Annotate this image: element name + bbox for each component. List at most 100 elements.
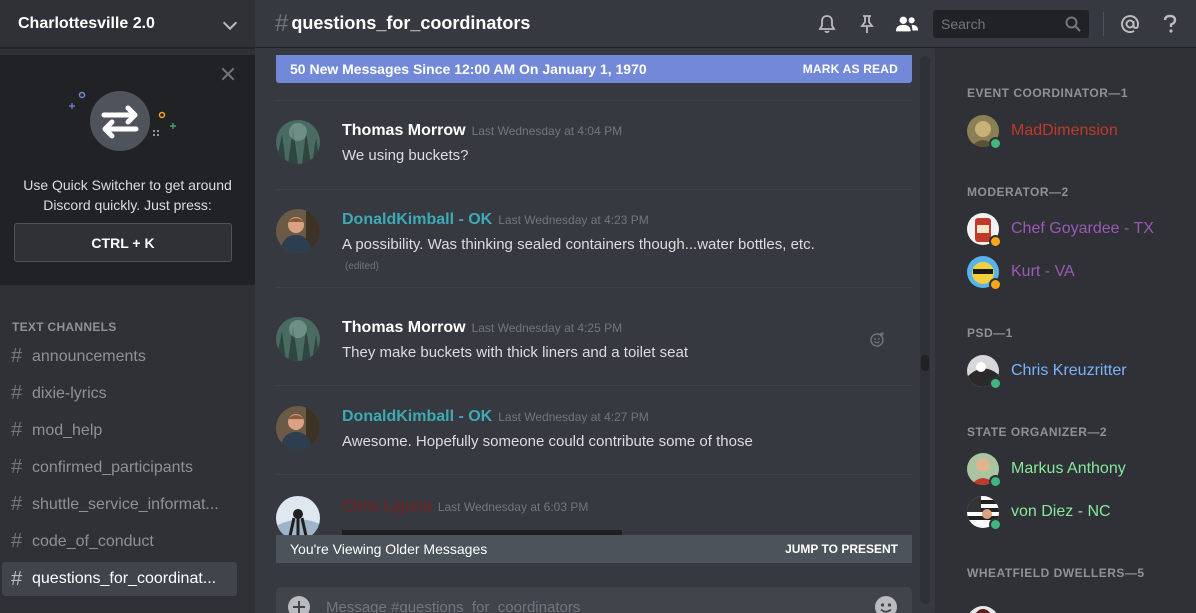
category-text-channels[interactable]: TEXT CHANNELS: [12, 320, 117, 334]
member-item[interactable]: Chef Goyardee - TX: [967, 209, 1187, 249]
quick-switcher-tip: Use Quick Switcher to get around Discord…: [0, 55, 255, 285]
add-reaction-icon[interactable]: [870, 331, 886, 347]
member-item[interactable]: Chris Kreuzritter: [967, 351, 1187, 391]
bell-icon[interactable]: [815, 12, 839, 36]
role-header: EVENT COORDINATOR—1: [967, 86, 1129, 100]
older-messages-text: You're Viewing Older Messages: [290, 541, 488, 557]
message-divider: [276, 189, 912, 190]
header-toolbar: Search: [807, 0, 1196, 48]
help-icon[interactable]: [1158, 12, 1182, 36]
members-icon[interactable]: [895, 12, 919, 36]
author-name[interactable]: DonaldKimball - OK: [342, 211, 492, 228]
member-list: EVENT COORDINATOR—1 MadDimension MODERAT…: [935, 48, 1196, 613]
upload-plus-icon[interactable]: [288, 596, 310, 613]
hash-icon: #: [11, 530, 23, 552]
channel-item[interactable]: # confirmed_participants: [0, 449, 237, 486]
hash-icon: #: [11, 345, 23, 367]
avatar[interactable]: [967, 606, 999, 613]
emoji-icon[interactable]: [874, 595, 898, 613]
jump-to-present-button[interactable]: JUMP TO PRESENT: [785, 542, 898, 556]
status-idle-icon: [989, 278, 1002, 291]
member-name: Chris Kreuzritter: [1011, 362, 1127, 379]
timestamp: Last Wednesday at 4:27 PM: [498, 410, 649, 424]
channel-sidebar: Charlottesville 2.0 Use Quick Switcher t…: [0, 0, 255, 613]
role-header: MODERATOR—2: [967, 185, 1069, 199]
message-header: DonaldKimball - OK Last Wednesday at 4:23…: [342, 211, 649, 229]
chevron-down-icon[interactable]: [223, 17, 237, 31]
server-header[interactable]: Charlottesville 2.0: [0, 0, 255, 48]
avatar: [967, 115, 1002, 150]
header-divider: [1103, 12, 1104, 36]
message: Thomas Morrow Last Wednesday at 4:25 PM T…: [276, 317, 912, 387]
role-header: WHEATFIELD DWELLERS—5: [967, 566, 1145, 580]
server-name: Charlottesville 2.0: [18, 14, 155, 32]
avatar[interactable]: [276, 406, 320, 450]
pin-icon[interactable]: [855, 12, 879, 36]
message-divider: [276, 287, 912, 288]
message-header: Thomas Morrow Last Wednesday at 4:25 PM: [342, 319, 622, 337]
role-header: PSD—1: [967, 326, 1013, 340]
member-name: von Diez - NC: [1011, 503, 1111, 520]
mark-as-read-button[interactable]: MARK AS READ: [803, 62, 898, 76]
hash-icon: #: [11, 456, 23, 478]
avatar: [967, 355, 1002, 390]
search-input[interactable]: Search: [933, 10, 1089, 38]
message: Chris Liguria Last Wednesday at 6:03 PM: [276, 496, 912, 536]
message-text: We using buckets?: [342, 147, 469, 164]
channel-item[interactable]: # announcements: [0, 338, 237, 375]
status-online-icon: [989, 475, 1002, 488]
avatar[interactable]: [276, 120, 320, 164]
avatar[interactable]: [276, 496, 320, 536]
author-name[interactable]: DonaldKimball - OK: [342, 408, 492, 425]
quick-switcher-text: Use Quick Switcher to get around Discord…: [23, 177, 232, 213]
timestamp: Last Wednesday at 6:03 PM: [437, 500, 589, 514]
avatar[interactable]: [276, 317, 320, 361]
shortcut-key: CTRL + K: [14, 223, 232, 262]
member-item[interactable]: Kurt - VA: [967, 252, 1187, 292]
edited-label: (edited): [345, 261, 379, 272]
mention-icon[interactable]: [1118, 12, 1142, 36]
search-placeholder: Search: [941, 16, 986, 32]
new-messages-text: 50 New Messages Since 12:00 AM On Januar…: [290, 61, 647, 77]
message: DonaldKimball - OK Last Wednesday at 4:27…: [276, 406, 912, 476]
new-messages-bar[interactable]: 50 New Messages Since 12:00 AM On Januar…: [276, 55, 912, 83]
message-input[interactable]: Message #questions_for_coordinators: [276, 587, 912, 613]
member-item[interactable]: Markus Anthony: [967, 449, 1187, 489]
message-divider: [276, 100, 912, 101]
avatar: [967, 256, 1002, 291]
member-item[interactable]: von Diez - NC: [967, 492, 1187, 532]
quick-switcher-icon: [69, 91, 176, 151]
member-item[interactable]: MadDimension: [967, 111, 1187, 151]
older-messages-bar[interactable]: You're Viewing Older Messages JUMP TO PR…: [276, 535, 912, 563]
timestamp: Last Wednesday at 4:23 PM: [498, 213, 649, 227]
avatar: [967, 496, 1002, 531]
message-text: A possibility. Was thinking sealed conta…: [342, 236, 815, 272]
message-scrollbar[interactable]: [920, 56, 930, 604]
hash-icon: #: [11, 419, 23, 441]
channel-item[interactable]: # shuttle_service_informat...: [0, 486, 237, 523]
channel-item[interactable]: # mod_help: [0, 412, 237, 449]
close-icon[interactable]: [221, 67, 235, 81]
avatar[interactable]: [276, 209, 320, 253]
member-name: MadDimension: [1011, 122, 1118, 139]
member-name: Kurt - VA: [1011, 263, 1075, 280]
hash-icon: #: [11, 567, 23, 590]
channel-title: questions_for_coordinators: [291, 13, 531, 33]
message-divider: [276, 474, 912, 475]
message-text: Awesome. Hopefully someone could contrib…: [342, 433, 753, 450]
author-name[interactable]: Thomas Morrow: [342, 122, 466, 139]
author-name[interactable]: Thomas Morrow: [342, 319, 466, 336]
channel-item[interactable]: # code_of_conduct: [0, 523, 237, 560]
message-input-placeholder: Message #questions_for_coordinators: [326, 598, 581, 613]
scrollbar-thumb[interactable]: [921, 355, 929, 371]
message: Thomas Morrow Last Wednesday at 4:04 PM W…: [276, 120, 912, 190]
hash-icon: #: [11, 382, 23, 404]
author-name[interactable]: Chris Liguria: [342, 498, 432, 515]
channel-list: # announcements # dixie-lyrics # mod_help #…: [0, 338, 255, 596]
message-area: 50 New Messages Since 12:00 AM On Januar…: [255, 48, 935, 613]
status-online-icon: [989, 518, 1002, 531]
channel-item[interactable]: # dixie-lyrics: [0, 375, 237, 412]
channel-item-active[interactable]: # questions_for_coordinat...: [2, 562, 237, 596]
timestamp: Last Wednesday at 4:04 PM: [471, 124, 623, 138]
member-name: Chef Goyardee - TX: [1011, 220, 1154, 237]
